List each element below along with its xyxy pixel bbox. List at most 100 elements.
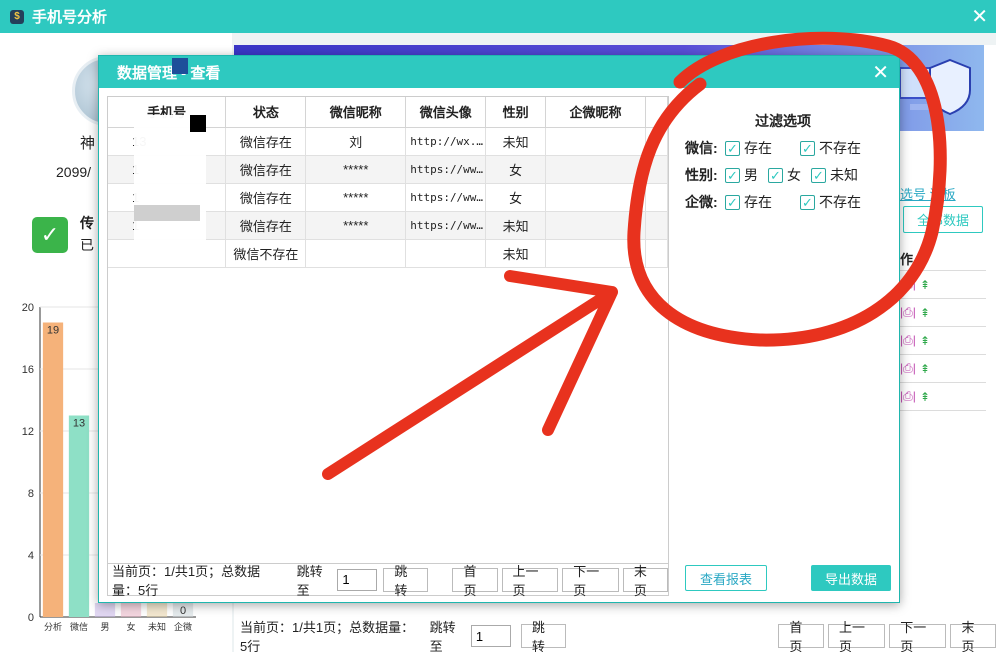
filter-wework-label: 企微: xyxy=(685,194,718,210)
page-number-input[interactable] xyxy=(470,625,511,647)
female-label: 女 xyxy=(787,167,801,183)
last-page-button[interactable]: 末页 xyxy=(622,564,668,598)
filter-wechat-row: 微信: ✓ 存在 ✓ 不存在 xyxy=(685,138,871,158)
app-logo-icon: $ xyxy=(10,9,24,24)
chart-data-label: 13 xyxy=(73,418,85,430)
view-report-button[interactable]: 查看报表 xyxy=(685,565,767,591)
cell-nickname: ***** xyxy=(305,211,407,240)
dialog-pagination: 当前页：1/共1页；总数据量：5行 跳转至 跳转 首页 上一页 下一页 末页 xyxy=(108,563,668,598)
col-gender[interactable]: 性别 xyxy=(485,97,547,128)
cell-gender: 女 xyxy=(485,155,547,184)
all-data-button[interactable]: 全部数据 xyxy=(903,206,983,233)
chart-data-label: 0 xyxy=(180,605,186,617)
chart-bar xyxy=(120,603,142,617)
col-wechat-avatar[interactable]: 微信头像 xyxy=(405,97,487,128)
cell-avatar: http://wx.… xyxy=(405,127,487,156)
page-number-input[interactable] xyxy=(337,568,378,591)
pin-top-icon[interactable]: ⇞ xyxy=(920,306,930,320)
cell-wework xyxy=(545,155,646,184)
cell-gender: 女 xyxy=(485,183,547,212)
cell-wework xyxy=(545,211,646,240)
wework-not-exist-label: 不存在 xyxy=(819,194,861,210)
export-data-button[interactable]: 导出数据 xyxy=(811,565,891,591)
next-page-button[interactable]: 下一页 xyxy=(562,564,619,598)
pin-top-icon[interactable]: ⇞ xyxy=(920,278,930,292)
op-row: |⎙| ⇞ xyxy=(896,327,986,355)
pin-top-icon[interactable]: ⇞ xyxy=(920,390,930,404)
export-row-icon[interactable]: |⎙| xyxy=(900,361,916,376)
female-checkbox[interactable]: ✓ 女 xyxy=(768,165,801,185)
background-pagination: 当前页：1/共1页；总数据量：5行 跳转至 跳转 首页 上一页 下一页 末页 xyxy=(234,620,996,652)
dialog-close-icon[interactable]: ✕ xyxy=(872,60,889,85)
filter-wechat-label: 微信: xyxy=(685,140,718,156)
window-titlebar: $ 手机号分析 ✕ xyxy=(0,0,996,33)
dialog-titlebar: 数据管理 - 查看 ✕ xyxy=(99,56,899,88)
cell-status: 微信存在 xyxy=(225,183,307,212)
wework-not-exist-checkbox[interactable]: ✓ 不存在 xyxy=(800,192,861,212)
prev-page-button[interactable]: 上一页 xyxy=(827,620,886,652)
shield-check-icon: ✓ xyxy=(32,217,68,253)
chart-data-label: 19 xyxy=(47,325,59,337)
check-icon: ✓ xyxy=(800,140,815,156)
cell-status: 微信不存在 xyxy=(225,239,307,268)
first-page-button[interactable]: 首页 xyxy=(778,620,824,652)
chart-x-tick-label: 企微 xyxy=(174,621,192,633)
chart-x-tick-label: 女 xyxy=(126,621,135,633)
male-checkbox[interactable]: ✓ 男 xyxy=(725,165,758,185)
next-page-button[interactable]: 下一页 xyxy=(889,620,947,652)
pin-top-icon[interactable]: ⇞ xyxy=(920,362,930,376)
wechat-exist-checkbox[interactable]: ✓ 存在 xyxy=(725,138,772,158)
cell-avatar xyxy=(405,239,487,268)
check-icon: ✓ xyxy=(800,194,815,210)
dialog-title: 数据管理 - 查看 xyxy=(117,64,221,82)
op-row: |⎙| ⇞ xyxy=(896,271,986,299)
cell-avatar: https://ww… xyxy=(405,211,487,240)
check-icon: ✓ xyxy=(811,167,826,183)
cell-extra xyxy=(645,239,669,268)
status-title: 传 xyxy=(80,215,94,231)
cell-extra xyxy=(645,155,669,184)
pin-top-icon[interactable]: ⇞ xyxy=(920,334,930,348)
export-row-icon[interactable]: |⎙| xyxy=(900,305,916,320)
check-icon: ✓ xyxy=(768,167,783,183)
prev-page-button[interactable]: 上一页 xyxy=(501,564,559,598)
jump-button[interactable]: 跳转 xyxy=(383,564,429,598)
wechat-not-exist-checkbox[interactable]: ✓ 不存在 xyxy=(800,138,861,158)
chart-bar xyxy=(68,415,90,617)
col-wework-nickname[interactable]: 企微昵称 xyxy=(545,97,646,128)
cell-nickname: ***** xyxy=(305,155,407,184)
check-icon: ✓ xyxy=(725,140,740,156)
redaction-mark xyxy=(172,58,188,74)
col-extra xyxy=(645,97,669,128)
cell-nickname: 刘 xyxy=(305,127,407,156)
background-link[interactable]: 选号 清板 xyxy=(900,184,956,203)
last-page-button[interactable]: 末页 xyxy=(950,620,996,652)
export-row-icon[interactable]: |⎙| xyxy=(900,333,916,348)
chart-x-tick-label: 未知 xyxy=(148,621,166,633)
cell-wework xyxy=(545,239,646,268)
security-illustration-icon xyxy=(899,58,971,116)
wework-exist-checkbox[interactable]: ✓ 存在 xyxy=(725,192,772,212)
redaction-mask xyxy=(134,115,206,245)
cell-nickname xyxy=(305,239,407,268)
page-info: 当前页：1/共1页；总数据量：5行 xyxy=(240,620,415,652)
chart-bar xyxy=(146,603,168,617)
first-page-button[interactable]: 首页 xyxy=(452,564,498,598)
op-column-header: 作 xyxy=(896,243,986,271)
unknown-checkbox[interactable]: ✓ 未知 xyxy=(811,165,858,185)
export-row-icon[interactable]: |⎙| xyxy=(900,277,916,292)
window-close-icon[interactable]: ✕ xyxy=(971,4,988,29)
op-row: |⎙| ⇞ xyxy=(896,299,986,327)
redaction-mark xyxy=(190,115,206,132)
male-label: 男 xyxy=(744,167,758,183)
filter-wework-row: 企微: ✓ 存在 ✓ 不存在 xyxy=(685,192,871,212)
col-wechat-nickname[interactable]: 微信昵称 xyxy=(305,97,407,128)
jump-button[interactable]: 跳转 xyxy=(520,620,567,652)
col-status[interactable]: 状态 xyxy=(225,97,307,128)
chart-y-tick-label: 8 xyxy=(28,488,34,500)
redaction-mark xyxy=(134,205,200,221)
page-info: 当前页：1/共1页；总数据量：5行 xyxy=(112,563,261,598)
chart-x-tick-label: 微信 xyxy=(70,621,88,633)
export-row-icon[interactable]: |⎙| xyxy=(900,389,916,404)
user-name: 神 xyxy=(80,135,96,152)
